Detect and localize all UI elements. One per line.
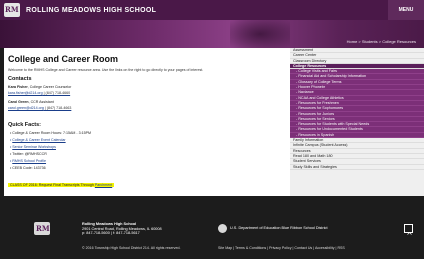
breadcrumb[interactable]: Home > Students > College Resources bbox=[347, 39, 416, 44]
doe-text: U.S. Department of Education Blue Ribbon… bbox=[230, 226, 328, 230]
fact-link[interactable]: • Senior Seminar Workshops bbox=[8, 145, 286, 149]
contacts-heading: Contacts bbox=[8, 76, 32, 82]
class-note: CLASS OF 2016: Request Final Transcripts… bbox=[8, 183, 115, 187]
page-title: College and Career Room bbox=[8, 54, 119, 64]
footer-logo-text: RM bbox=[36, 224, 50, 233]
parchment-link[interactable]: Parchment bbox=[95, 183, 112, 187]
hero-banner: Home > Students > College Resources bbox=[0, 20, 424, 48]
menu-label: MENU bbox=[398, 7, 414, 13]
fact-link[interactable]: • College & Career Event Calendar bbox=[8, 138, 286, 142]
copyright: © 2016 Township High School District 214… bbox=[82, 246, 181, 250]
chevron-up-icon bbox=[407, 232, 412, 235]
fact-link[interactable]: • RMHS School Profile bbox=[8, 159, 286, 163]
contact-name: Kara Fisher, College Career Counselor bbox=[8, 85, 72, 89]
fact-item: • College & Career Room Hours: 7:15AM - … bbox=[10, 131, 91, 135]
site-footer: RM Rolling Meadows High School 2901 Cent… bbox=[0, 196, 424, 259]
footer-school-info: Rolling Meadows High School 2901 Central… bbox=[82, 222, 162, 236]
main-content: College and Career Room Welcome to the R… bbox=[4, 48, 290, 196]
sidebar-item[interactable]: Study Skills and Strategies bbox=[290, 165, 424, 170]
site-title[interactable]: ROLLING MEADOWS HIGH SCHOOL bbox=[26, 7, 156, 14]
doe-seal-icon bbox=[218, 224, 227, 233]
footer-phone: p: 847-718-5600 | f: 847-718-5617 bbox=[82, 231, 140, 235]
banner-figure bbox=[230, 20, 290, 48]
menu-button[interactable]: MENU bbox=[388, 0, 424, 20]
welcome-text: Welcome to the RMHS College and Career r… bbox=[8, 68, 204, 72]
footer-logo[interactable]: RM bbox=[34, 222, 50, 235]
logo-text: RM bbox=[5, 5, 19, 14]
site-header: RM ROLLING MEADOWS HIGH SCHOOL MENU bbox=[0, 0, 424, 20]
fact-item: • Twitter: @RMHSCCR bbox=[10, 152, 47, 156]
back-to-top-button[interactable] bbox=[404, 224, 413, 235]
fact-item: • CEEB Code: 143736 bbox=[10, 166, 46, 170]
sidebar-nav: Assessment Career Center Classroom Direc… bbox=[290, 48, 424, 196]
school-logo[interactable]: RM bbox=[4, 3, 20, 17]
quick-facts: Quick Facts: • College & Career Room Hou… bbox=[8, 122, 286, 191]
contact-name: Carol Green, CCR Assistant bbox=[8, 100, 54, 104]
contact-email-link[interactable]: kara.fisher@d214.org | (847) 718-4660 bbox=[8, 91, 286, 95]
quick-facts-heading: Quick Facts: bbox=[8, 122, 42, 128]
footer-links[interactable]: Site Map | Terms & Conditions | Privacy … bbox=[218, 246, 345, 250]
contact-email-link[interactable]: carol.green@d214.org | (847) 718-4663 bbox=[8, 106, 286, 110]
